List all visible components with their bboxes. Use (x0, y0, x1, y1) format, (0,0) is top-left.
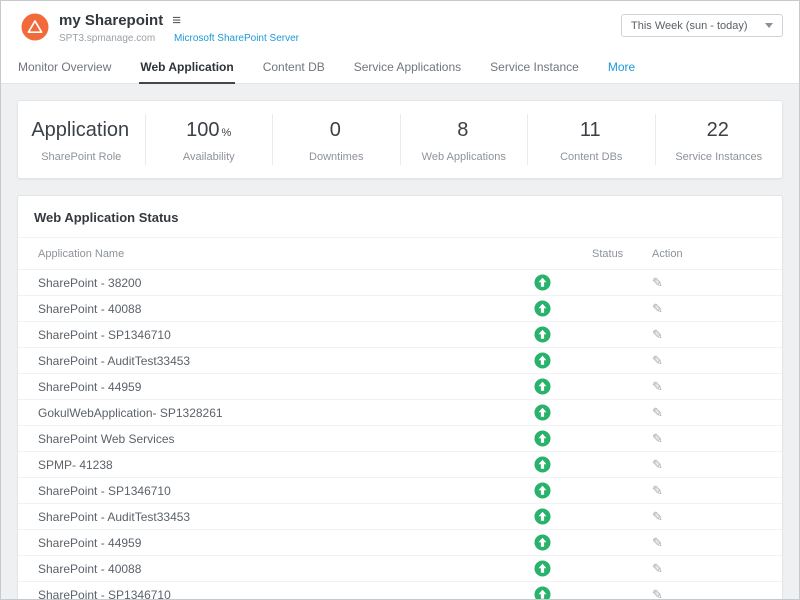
status-up-icon (534, 586, 551, 600)
server-type-link[interactable]: Microsoft SharePoint Server (174, 33, 299, 44)
stat-value: 22 (707, 119, 729, 141)
status-up-icon (534, 274, 551, 291)
table-row: SPMP- 41238 ✎ (18, 451, 782, 477)
stat-value: 8 (457, 119, 468, 141)
table-row: SharePoint - SP1346710 ✎ (18, 321, 782, 347)
status-up-icon (534, 482, 551, 499)
hamburger-icon[interactable]: ≡ (172, 13, 181, 28)
chevron-down-icon (765, 23, 773, 28)
column-header-application-name: Application Name (38, 248, 492, 260)
stat-label: Web Applications (401, 151, 528, 163)
stat-value: 100 (186, 119, 219, 141)
table-row: SharePoint - 40088 ✎ (18, 555, 782, 581)
status-up-icon (534, 300, 551, 317)
table-row: SharePoint - 40088 ✎ (18, 295, 782, 321)
application-name: SharePoint - AuditTest33453 (38, 510, 492, 524)
warning-triangle-logo (21, 13, 49, 41)
table-row: SharePoint - 44959 ✎ (18, 373, 782, 399)
stat-sharepoint-role: Application SharePoint Role (18, 114, 146, 165)
application-name: SharePoint Web Services (38, 432, 492, 446)
stat-label: Downtimes (273, 151, 400, 163)
status-up-icon (534, 430, 551, 447)
stat-value: 11 (580, 119, 601, 141)
status-up-icon (534, 378, 551, 395)
monitor-host: SPT3.spmanage.com (59, 33, 155, 44)
edit-pencil-icon[interactable]: ✎ (652, 457, 663, 472)
tab-monitor-overview[interactable]: Monitor Overview (17, 53, 112, 84)
application-name: SharePoint - 40088 (38, 562, 492, 576)
page-title: my Sharepoint (59, 12, 163, 29)
column-header-action: Action (652, 248, 762, 260)
table-row: SharePoint - AuditTest33453 ✎ (18, 347, 782, 373)
stat-value: 0 (330, 119, 341, 141)
web-application-status-card: Web Application Status Application Name … (17, 195, 783, 600)
status-up-icon (534, 326, 551, 343)
table-row: SharePoint - 44959 ✎ (18, 529, 782, 555)
application-name: SharePoint - 44959 (38, 536, 492, 550)
application-name: SharePoint - 44959 (38, 380, 492, 394)
edit-pencil-icon[interactable]: ✎ (652, 483, 663, 498)
application-name: SharePoint - SP1346710 (38, 588, 492, 600)
edit-pencil-icon[interactable]: ✎ (652, 327, 663, 342)
application-name: SharePoint - 38200 (38, 276, 492, 290)
summary-stats-card: Application SharePoint Role 100% Availab… (17, 100, 783, 179)
time-period-value: This Week (sun - today) (631, 20, 748, 32)
stat-value: Application (31, 119, 129, 141)
table-row: SharePoint - AuditTest33453 ✎ (18, 503, 782, 529)
tab-bar: Monitor Overview Web Application Content… (1, 53, 799, 84)
app-window: my Sharepoint ≡ SPT3.spmanage.com Micros… (0, 0, 800, 600)
stat-web-applications: 8 Web Applications (401, 114, 529, 165)
edit-pencil-icon[interactable]: ✎ (652, 301, 663, 316)
status-up-icon (534, 560, 551, 577)
application-name: SharePoint - AuditTest33453 (38, 354, 492, 368)
status-up-icon (534, 508, 551, 525)
application-name: SharePoint - 40088 (38, 302, 492, 316)
edit-pencil-icon[interactable]: ✎ (652, 275, 663, 290)
status-up-icon (534, 456, 551, 473)
table-header-row: Application Name Status Action (18, 238, 782, 269)
table-body: SharePoint - 38200 ✎ SharePoint - 40088 … (18, 269, 782, 600)
status-up-icon (534, 352, 551, 369)
card-title: Web Application Status (18, 196, 782, 238)
application-name: SharePoint - SP1346710 (38, 484, 492, 498)
table-row: SharePoint - SP1346710 ✎ (18, 581, 782, 600)
edit-pencil-icon[interactable]: ✎ (652, 431, 663, 446)
tab-more[interactable]: More (607, 53, 636, 84)
table-row: SharePoint - 38200 ✎ (18, 269, 782, 295)
application-name: SharePoint - SP1346710 (38, 328, 492, 342)
status-up-icon (534, 534, 551, 551)
stat-label: Availability (146, 151, 273, 163)
edit-pencil-icon[interactable]: ✎ (652, 509, 663, 524)
time-period-dropdown[interactable]: This Week (sun - today) (621, 14, 783, 37)
edit-pencil-icon[interactable]: ✎ (652, 405, 663, 420)
tab-content-db[interactable]: Content DB (262, 53, 326, 84)
stat-downtimes: 0 Downtimes (273, 114, 401, 165)
stat-label: Content DBs (528, 151, 655, 163)
edit-pencil-icon[interactable]: ✎ (652, 587, 663, 600)
status-up-icon (534, 404, 551, 421)
stat-label: SharePoint Role (18, 151, 145, 163)
stat-content-dbs: 11 Content DBs (528, 114, 656, 165)
header: my Sharepoint ≡ SPT3.spmanage.com Micros… (1, 1, 799, 84)
table-row: SharePoint - SP1346710 ✎ (18, 477, 782, 503)
tab-service-applications[interactable]: Service Applications (353, 53, 462, 84)
main-content: Application SharePoint Role 100% Availab… (1, 84, 799, 600)
table-row: SharePoint Web Services ✎ (18, 425, 782, 451)
stat-label: Service Instances (656, 151, 783, 163)
stat-availability: 100% Availability (146, 114, 274, 165)
column-header-status: Status (592, 248, 652, 260)
table-row: GokulWebApplication- SP1328261 ✎ (18, 399, 782, 425)
tab-service-instance[interactable]: Service Instance (489, 53, 580, 84)
application-name: SPMP- 41238 (38, 458, 492, 472)
edit-pencil-icon[interactable]: ✎ (652, 379, 663, 394)
edit-pencil-icon[interactable]: ✎ (652, 535, 663, 550)
edit-pencil-icon[interactable]: ✎ (652, 561, 663, 576)
stat-service-instances: 22 Service Instances (656, 114, 783, 165)
edit-pencil-icon[interactable]: ✎ (652, 353, 663, 368)
application-name: GokulWebApplication- SP1328261 (38, 406, 492, 420)
tab-web-application[interactable]: Web Application (139, 53, 234, 84)
